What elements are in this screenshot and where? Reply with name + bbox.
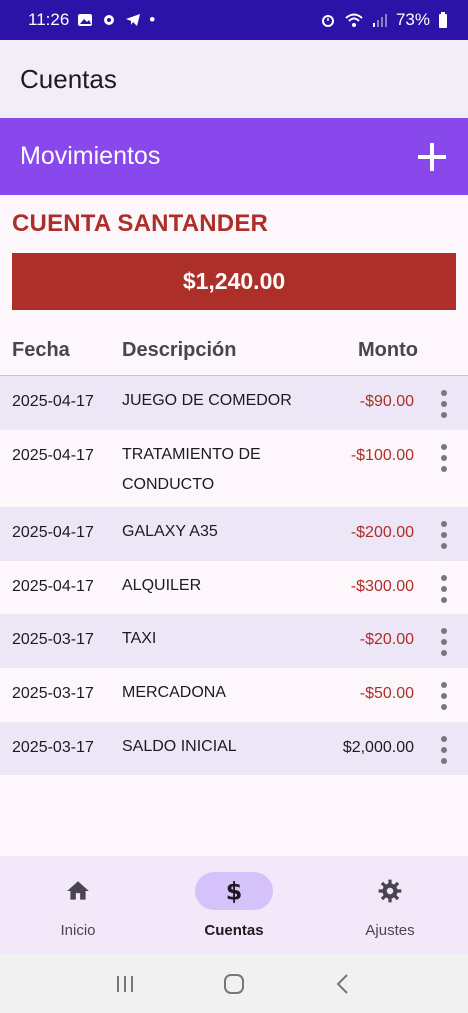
- row-date: 2025-04-17: [12, 447, 94, 464]
- header-description: Descripción: [122, 339, 237, 361]
- nav-label: Ajustes: [365, 922, 415, 939]
- more-vert-icon: [441, 390, 447, 396]
- page-title: Cuentas: [20, 63, 117, 94]
- row-description: TAXI: [122, 630, 157, 647]
- gallery-icon: [77, 12, 93, 28]
- row-amount: -$90.00: [359, 393, 414, 410]
- header-amount: Monto: [358, 339, 418, 361]
- account-name: CUENTA SANTANDER: [12, 210, 269, 237]
- nav-label: Cuentas: [204, 922, 264, 939]
- nav-item-inicio[interactable]: Inicio: [0, 856, 156, 954]
- recents-icon: [116, 975, 133, 992]
- nav-pill-active: $: [195, 872, 273, 910]
- more-options-button[interactable]: [436, 628, 452, 656]
- row-amount: -$20.00: [359, 631, 414, 648]
- row-description: GALAXY A35: [122, 523, 218, 540]
- add-movement-button[interactable]: [410, 135, 454, 179]
- movements-list: 2025-04-17 JUEGO DE COMEDOR -$90.00 2025…: [0, 376, 468, 775]
- settings-notification-icon: [101, 12, 117, 28]
- table-header: Fecha Descripción Monto: [0, 326, 468, 376]
- row-date: 2025-03-17: [12, 685, 94, 702]
- more-options-button[interactable]: [436, 521, 452, 549]
- more-options-button[interactable]: [436, 575, 452, 603]
- row-description: TRATAMIENTO DE CONDUCTO: [122, 446, 261, 493]
- recents-button[interactable]: [105, 964, 145, 1004]
- more-options-button[interactable]: [436, 390, 452, 418]
- row-date: 2025-04-17: [12, 393, 94, 410]
- telegram-icon: [125, 12, 141, 28]
- status-time: 11:26: [28, 10, 70, 29]
- nav-item-cuentas[interactable]: $ Cuentas: [156, 856, 312, 954]
- home-icon: [67, 881, 89, 900]
- home-button[interactable]: [214, 964, 254, 1004]
- table-row[interactable]: 2025-03-17 TAXI -$20.00: [0, 614, 468, 668]
- back-button[interactable]: [323, 964, 363, 1004]
- more-options-button[interactable]: [436, 682, 452, 710]
- more-vert-icon: [441, 736, 447, 742]
- more-vert-icon: [441, 521, 447, 527]
- back-icon: [336, 973, 349, 994]
- status-bar: 11:26 • 73%: [0, 0, 468, 40]
- more-vert-icon: [441, 444, 447, 450]
- more-options-button[interactable]: [436, 736, 452, 764]
- movements-header: Movimientos: [0, 118, 468, 195]
- account-balance: $1,240.00: [12, 253, 456, 310]
- row-amount: -$300.00: [350, 578, 414, 595]
- row-amount: $2,000.00: [342, 739, 414, 756]
- nav-item-ajustes[interactable]: Ajustes: [312, 856, 468, 954]
- row-amount: -$100.00: [350, 447, 414, 464]
- table-row[interactable]: 2025-04-17 ALQUILER -$300.00: [0, 561, 468, 614]
- dollar-icon: $: [226, 878, 243, 904]
- battery-percent: 73%: [395, 10, 430, 29]
- row-amount: -$50.00: [359, 685, 414, 702]
- svg-text:$: $: [226, 878, 243, 904]
- nav-pill: [39, 872, 117, 910]
- table-row[interactable]: 2025-04-17 JUEGO DE COMEDOR -$90.00: [0, 376, 468, 430]
- row-date: 2025-03-17: [12, 631, 94, 648]
- row-date: 2025-04-17: [12, 524, 94, 541]
- battery-icon: [438, 12, 448, 28]
- nav-label: Inicio: [60, 922, 96, 939]
- plus-icon: [418, 142, 446, 171]
- signal-icon: [372, 12, 388, 28]
- table-row[interactable]: 2025-04-17 GALAXY A35 -$200.00: [0, 507, 468, 561]
- gear-icon: [378, 879, 402, 903]
- row-description: SALDO INICIAL: [122, 738, 237, 755]
- row-description: ALQUILER: [122, 577, 202, 594]
- bottom-navigation: Inicio $ Cuentas Ajustes: [0, 856, 468, 954]
- row-description: MERCADONA: [122, 684, 227, 701]
- row-date: 2025-04-17: [12, 578, 94, 595]
- table-row[interactable]: 2025-03-17 SALDO INICIAL $2,000.00: [0, 722, 468, 775]
- table-row[interactable]: 2025-03-17 MERCADONA -$50.00: [0, 668, 468, 722]
- section-title: Movimientos: [20, 142, 161, 170]
- alarm-icon: [320, 12, 336, 28]
- app-bar: Cuentas: [0, 40, 468, 118]
- row-description: JUEGO DE COMEDOR: [122, 392, 292, 409]
- more-options-button[interactable]: [436, 444, 452, 472]
- status-dot: •: [149, 10, 156, 29]
- wifi-icon: [344, 12, 364, 28]
- table-row[interactable]: 2025-04-17 TRATAMIENTO DE CONDUCTO -$100…: [0, 430, 468, 507]
- home-circle-icon: [223, 973, 244, 994]
- header-date: Fecha: [12, 339, 70, 361]
- more-vert-icon: [441, 628, 447, 634]
- system-navigation-bar: [0, 954, 468, 1013]
- more-vert-icon: [441, 575, 447, 581]
- row-date: 2025-03-17: [12, 739, 94, 756]
- row-amount: -$200.00: [350, 524, 414, 541]
- more-vert-icon: [441, 682, 447, 688]
- balance-value: $1,240.00: [182, 268, 286, 294]
- nav-pill: [351, 872, 429, 910]
